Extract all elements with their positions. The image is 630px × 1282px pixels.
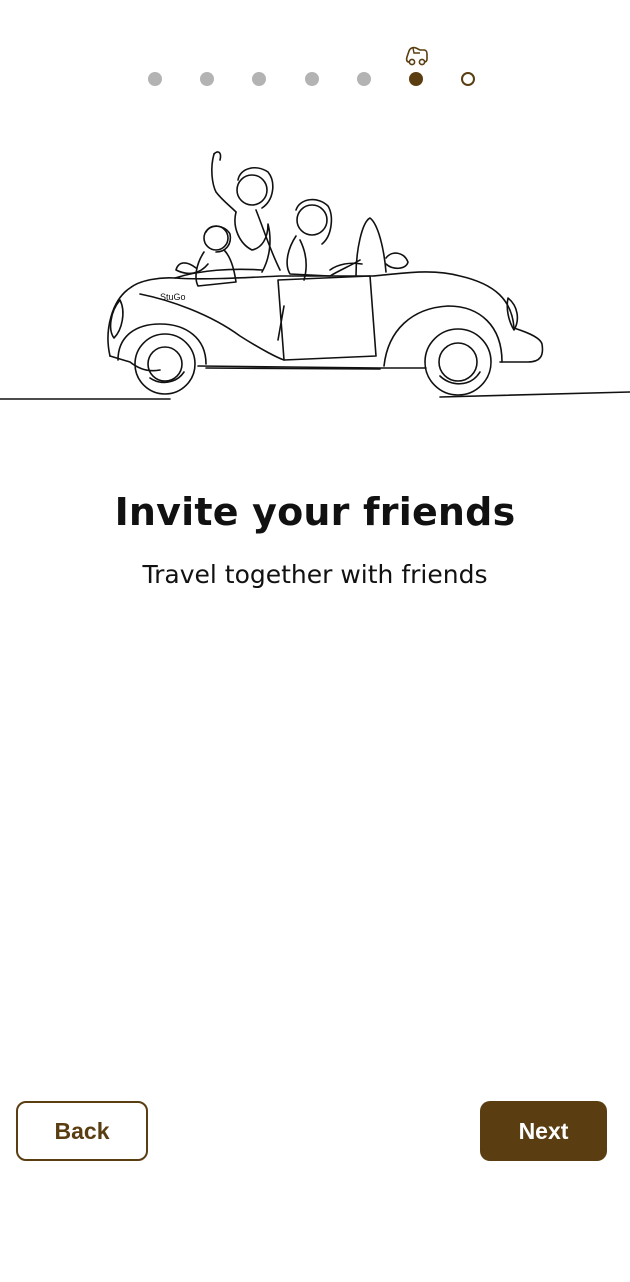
car-brand-text: StuGo — [160, 292, 186, 302]
progress-dot-7 — [461, 72, 475, 86]
page-title: Invite your friends — [114, 490, 516, 534]
progress-dot-4 — [305, 72, 319, 86]
page-subtitle: Travel together with friends — [142, 560, 488, 589]
progress-dot-1 — [148, 72, 162, 86]
friends-car-illustration: StuGo — [0, 151, 630, 400]
progress-dot-2 — [200, 72, 214, 86]
progress-dot-3 — [252, 72, 266, 86]
progress-dot-6-current — [409, 72, 423, 86]
onboarding-progress — [0, 42, 630, 92]
car-icon — [405, 46, 428, 66]
back-button[interactable]: Back — [16, 1101, 148, 1161]
next-button[interactable]: Next — [480, 1101, 607, 1161]
progress-dot-5 — [357, 72, 371, 86]
